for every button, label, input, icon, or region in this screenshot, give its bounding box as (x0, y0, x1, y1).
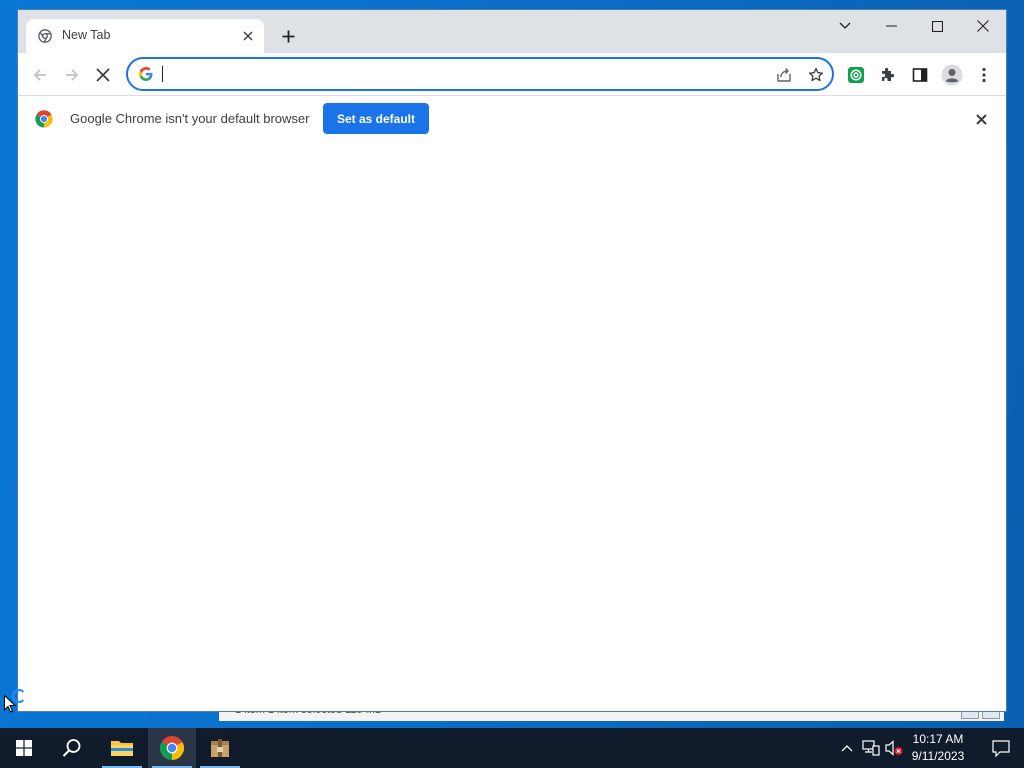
new-tab-button[interactable] (275, 23, 301, 49)
arrow-left-icon (33, 69, 46, 81)
network-tray-button[interactable] (861, 738, 881, 758)
chevron-up-icon (841, 745, 853, 752)
share-icon (777, 68, 791, 82)
chrome-logo-icon (35, 110, 53, 128)
stop-x-icon (96, 68, 110, 82)
windows-icon (16, 740, 32, 756)
extension-button[interactable] (842, 61, 870, 89)
clock-time: 10:17 AM (912, 732, 964, 746)
profile-button[interactable] (938, 61, 966, 89)
chrome-icon (160, 736, 184, 760)
close-icon (977, 20, 989, 32)
search-icon (62, 739, 81, 757)
tab-strip: New Tab (18, 10, 1006, 53)
network-icon (862, 740, 880, 756)
start-button[interactable] (0, 728, 48, 768)
more-vertical-icon (982, 67, 986, 83)
show-hidden-icons-button[interactable] (837, 738, 857, 758)
clock-date: 9/11/2023 (911, 749, 965, 763)
chevron-down-icon (839, 22, 851, 29)
text-caret (162, 66, 163, 82)
extensions-menu-button[interactable] (874, 61, 902, 89)
address-bar[interactable] (126, 57, 834, 91)
page-content[interactable] (18, 142, 1006, 711)
volume-tray-button[interactable] (884, 738, 904, 758)
package-app-taskbar-button[interactable] (196, 728, 244, 768)
green-extension-icon (848, 67, 864, 83)
infobar-message: Google Chrome isn't your default browser (70, 111, 310, 126)
close-window-button[interactable] (960, 10, 1006, 42)
folder-icon (111, 741, 133, 756)
side-panel-button[interactable] (906, 61, 934, 89)
set-as-default-button[interactable]: Set as default (323, 103, 429, 134)
star-icon (808, 67, 824, 82)
infobar-close-icon[interactable] (972, 110, 990, 128)
file-explorer-taskbar-button[interactable] (98, 728, 146, 768)
forward-button[interactable] (58, 61, 86, 89)
chrome-window: New Tab Google Chrome isn't your default… (18, 10, 1006, 711)
taskbar: 10:17 AM 9/11/2023 (0, 728, 1024, 768)
tab-search-button[interactable] (822, 10, 868, 42)
default-browser-infobar: Google Chrome isn't your default browser… (18, 95, 1006, 143)
taskbar-clock[interactable]: 10:17 AM 9/11/2023 (902, 731, 974, 765)
google-g-icon (139, 67, 153, 81)
maximize-button[interactable] (914, 10, 960, 42)
address-input[interactable] (161, 63, 761, 85)
chrome-taskbar-button[interactable] (148, 728, 196, 768)
maximize-icon (931, 20, 943, 32)
avatar-icon (941, 64, 963, 86)
side-panel-icon (912, 68, 928, 82)
action-center-button[interactable] (978, 728, 1024, 768)
plus-icon (282, 30, 294, 42)
minimize-button[interactable] (868, 10, 914, 42)
browser-toolbar (18, 53, 1006, 95)
chrome-tab-icon (38, 29, 52, 43)
tab-close-icon[interactable] (238, 26, 258, 46)
share-button[interactable] (774, 65, 794, 85)
tab-new-tab[interactable]: New Tab (26, 19, 264, 53)
package-icon (211, 739, 229, 757)
volume-muted-icon (885, 740, 903, 756)
arrow-right-icon (66, 69, 79, 81)
back-button[interactable] (26, 61, 54, 89)
minimize-icon (885, 25, 897, 27)
mouse-pointer-icon (4, 695, 16, 713)
notification-icon (992, 739, 1010, 757)
stop-loading-button[interactable] (89, 61, 117, 89)
tab-title: New Tab (62, 28, 111, 42)
search-button[interactable] (48, 728, 96, 768)
chrome-menu-button[interactable] (970, 61, 998, 89)
puzzle-icon (882, 67, 895, 81)
bookmark-button[interactable] (806, 65, 826, 85)
